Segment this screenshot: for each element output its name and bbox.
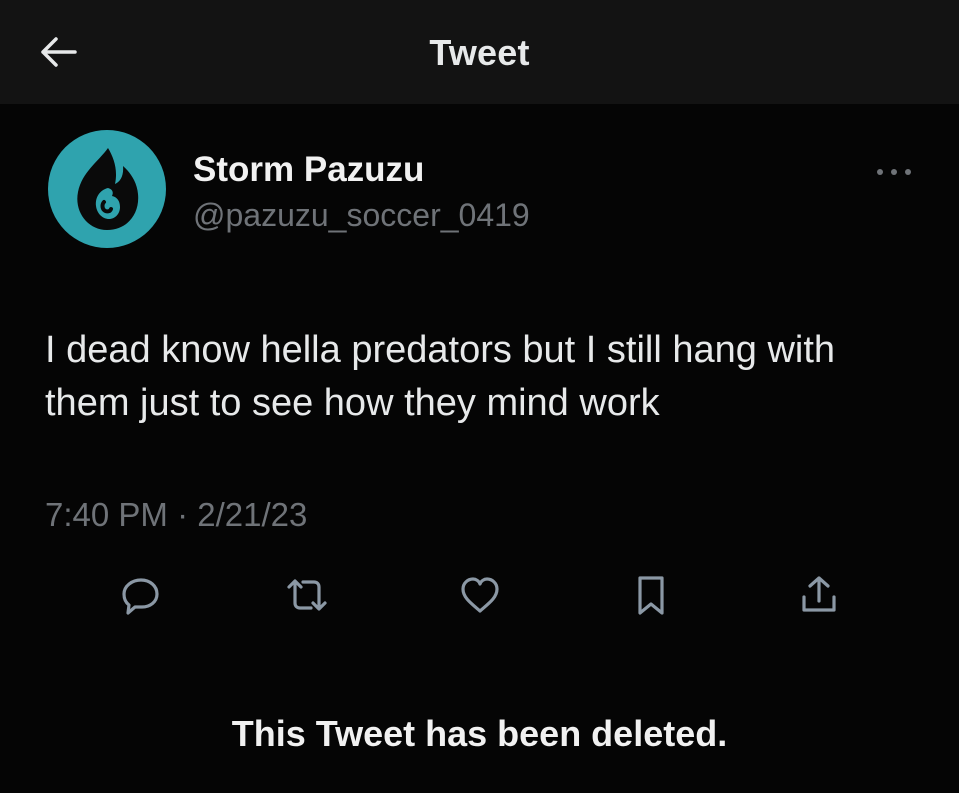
page-title: Tweet	[429, 32, 530, 73]
more-options-button[interactable]	[872, 158, 916, 188]
share-icon	[797, 573, 841, 622]
tweet-timestamp[interactable]: 7:40 PM · 2/21/23	[45, 496, 307, 534]
bookmark-icon	[631, 573, 671, 622]
retweet-icon	[283, 573, 331, 622]
retweet-button[interactable]	[282, 572, 332, 622]
flame-icon	[48, 148, 166, 248]
reply-button[interactable]	[116, 572, 166, 622]
top-bar: Tweet	[0, 0, 959, 104]
deleted-tweet-notice: This Tweet has been deleted.	[231, 713, 728, 754]
avatar[interactable]	[48, 130, 166, 248]
more-options-icon	[874, 164, 914, 182]
share-button[interactable]	[794, 572, 844, 622]
tweet-text: I dead know hella predators but I still …	[45, 329, 836, 424]
tweet-page: Tweet Storm Pazuzu @pazuzu_soccer_0419 I…	[0, 0, 959, 793]
reply-icon	[119, 573, 163, 622]
display-name[interactable]: Storm Pazuzu	[193, 150, 424, 190]
username-handle[interactable]: @pazuzu_soccer_0419	[193, 197, 530, 234]
like-button[interactable]	[455, 572, 505, 622]
like-icon	[458, 573, 502, 622]
bookmark-button[interactable]	[626, 572, 676, 622]
